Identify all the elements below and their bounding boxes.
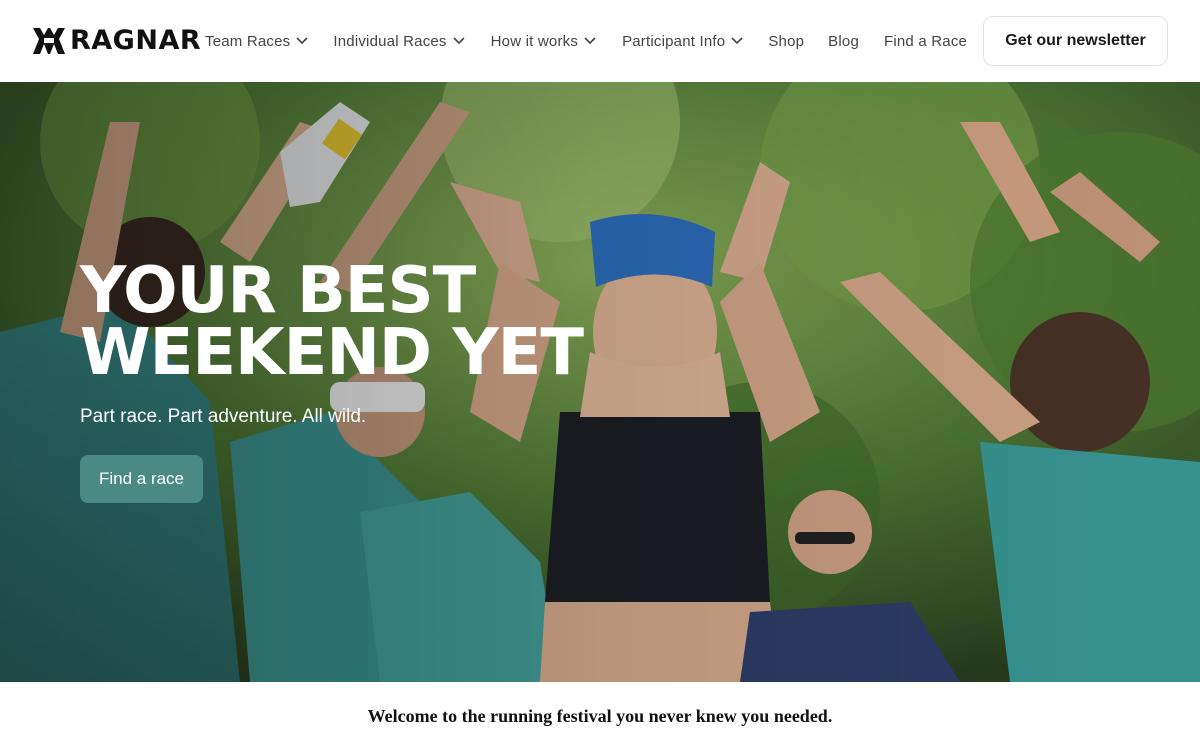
newsletter-button[interactable]: Get our newsletter (983, 16, 1168, 66)
find-a-race-button[interactable]: Find a race (80, 455, 203, 503)
nav-blog[interactable]: Blog (828, 33, 859, 50)
site-header: RAGNAR Team Races Individual Races How i… (0, 0, 1200, 82)
nav-label: Individual Races (333, 32, 447, 50)
brand-logo[interactable]: RAGNAR (32, 26, 201, 56)
hero-subtitle: Part race. Part adventure. All wild. (80, 406, 367, 427)
nav-participant-info[interactable]: Participant Info (622, 33, 743, 50)
nav-shop[interactable]: Shop (768, 33, 804, 50)
nav-label: Team Races (205, 32, 291, 50)
nav-label: Shop (768, 32, 805, 50)
nav-label: Find a Race (884, 32, 968, 50)
nav-label: Blog (828, 32, 859, 50)
chevron-down-icon (453, 37, 465, 45)
chevron-down-icon (731, 37, 743, 45)
nav-find-a-race[interactable]: Find a Race (884, 33, 967, 50)
hero-title: YOUR BEST WEEKEND YET (80, 259, 600, 385)
nav-label: How it works (490, 32, 579, 50)
nav-team-races[interactable]: Team Races (205, 33, 308, 50)
ragnar-mark-icon (33, 28, 65, 54)
brand-name: RAGNAR (70, 25, 202, 56)
nav-individual-races[interactable]: Individual Races (333, 32, 465, 50)
nav-how-it-works[interactable]: How it works (491, 33, 596, 50)
main-nav: Team Races Individual Races How it works… (205, 0, 967, 82)
hero-title-line2: WEEKEND YET (80, 316, 584, 390)
welcome-heading: Welcome to the running festival you neve… (367, 706, 833, 726)
hero-section: YOUR BEST WEEKEND YET Part race. Part ad… (0, 82, 1200, 682)
chevron-down-icon (584, 37, 596, 45)
chevron-down-icon (296, 37, 308, 45)
nav-label: Participant Info (622, 32, 726, 50)
